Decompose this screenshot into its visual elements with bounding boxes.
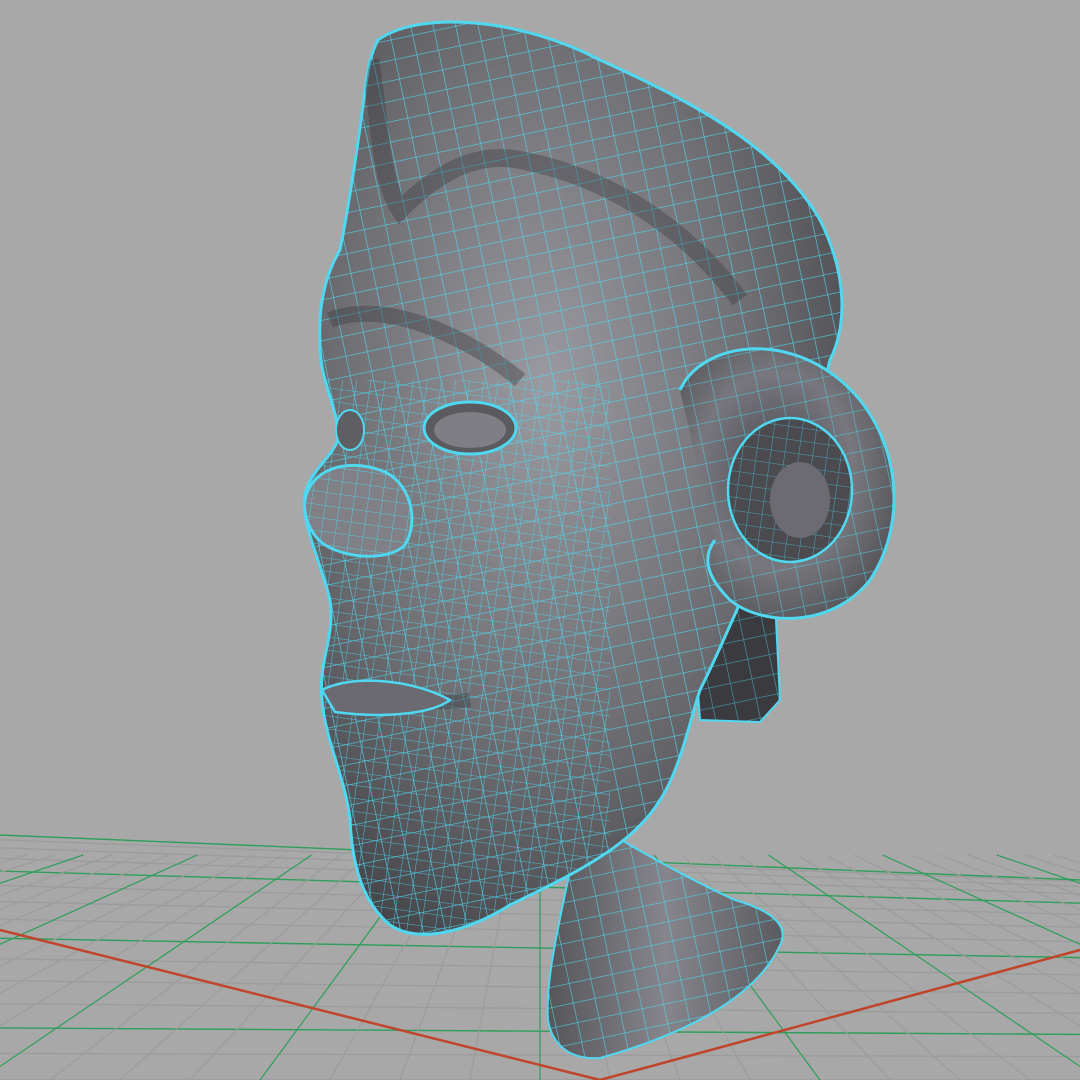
grid-line: [825, 854, 1080, 994]
eye-socket-right[interactable]: [422, 400, 518, 456]
eye-socket-left[interactable]: [335, 409, 365, 451]
ear-mesh[interactable]: [678, 347, 896, 620]
viewport-canvas[interactable]: [0, 0, 1080, 1080]
grid-line: [0, 854, 112, 897]
grid-line: [0, 854, 84, 884]
nose-mesh[interactable]: [303, 463, 414, 558]
grid-line: [939, 854, 1080, 911]
grid-line: [996, 854, 1080, 884]
grid-line: [739, 854, 1031, 1080]
3d-viewport[interactable]: [0, 0, 1080, 1080]
grid-line: [0, 854, 27, 864]
grid-line: [1053, 854, 1080, 864]
grid-line: [49, 854, 341, 1080]
grid-line: [968, 854, 1080, 897]
